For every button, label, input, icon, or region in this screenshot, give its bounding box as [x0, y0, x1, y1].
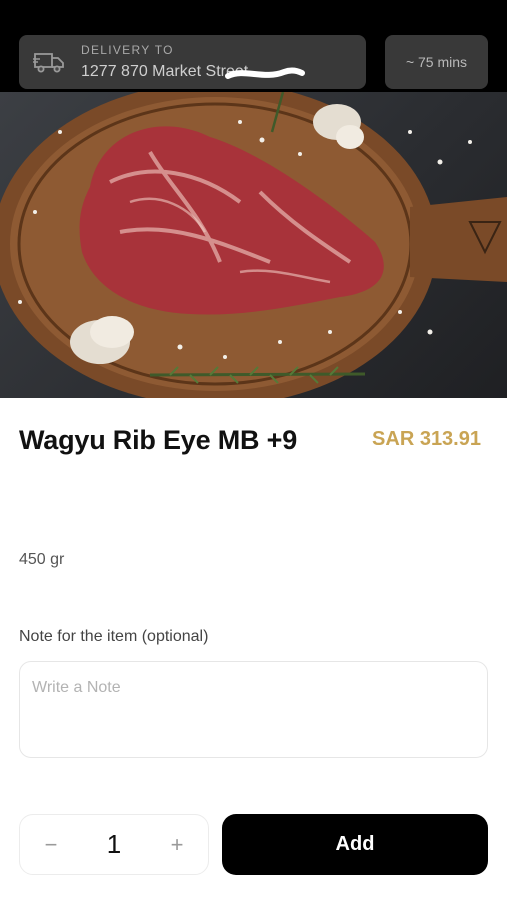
- increase-quantity-button[interactable]: +: [147, 815, 207, 874]
- delivery-address-card[interactable]: DELIVERY TO 1277 870 Market Street: [19, 35, 366, 89]
- note-label: Note for the item (optional): [19, 628, 209, 645]
- product-weight: 450 gr: [19, 551, 65, 568]
- delivery-eta: ~ 75 mins: [385, 35, 488, 89]
- quantity-value: 1: [106, 829, 122, 859]
- add-to-cart-button[interactable]: Add: [222, 814, 488, 875]
- delivery-label: DELIVERY TO: [81, 43, 174, 57]
- redaction-scribble: [225, 67, 305, 79]
- product-title: Wagyu Rib Eye MB +9: [19, 425, 298, 455]
- decrease-quantity-button[interactable]: −: [21, 815, 81, 874]
- steak-photo-illustration: [0, 92, 507, 398]
- product-image: [0, 92, 507, 398]
- header-area: DELIVERY TO 1277 870 Market Street ~ 75 …: [0, 0, 507, 398]
- truck-icon: [33, 53, 64, 73]
- product-price: SAR 313.91: [372, 428, 481, 450]
- note-input[interactable]: [19, 661, 488, 758]
- quantity-stepper: − 1 +: [19, 814, 209, 875]
